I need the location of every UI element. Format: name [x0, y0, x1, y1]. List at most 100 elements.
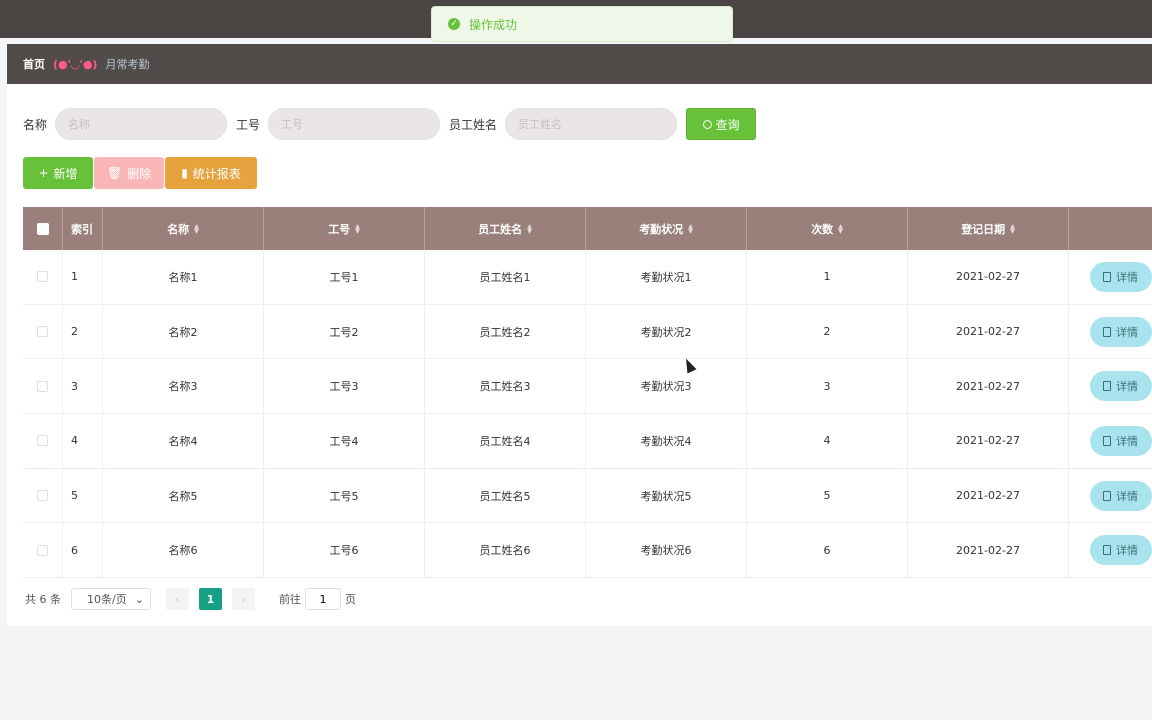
cell-count: 4 [747, 414, 908, 468]
column-header-employee-no[interactable]: 工号 ▲ ▼ [264, 207, 425, 250]
page-size-value: 10条/页 [87, 593, 127, 606]
cell-index: 4 [63, 414, 103, 468]
detail-button[interactable]: 详情 [1089, 316, 1152, 347]
cell-name: 名称5 [103, 468, 264, 523]
column-header-employee-name[interactable]: 员工姓名 ▲ ▼ [425, 207, 586, 250]
cell-employee-name: 员工姓名3 [425, 359, 586, 414]
cell-name: 名称3 [103, 359, 264, 414]
goto-suffix: 页 [345, 593, 356, 606]
detail-button[interactable]: 详情 [1089, 261, 1152, 292]
page-size-select[interactable]: 10条/页 ⌄ [71, 588, 151, 610]
detail-button-label: 详情 [1116, 270, 1138, 284]
cell-date: 2021-02-27 [908, 523, 1069, 578]
cell-employee-name: 员工姓名1 [425, 250, 586, 304]
cell-status: 考勤状况6 [586, 523, 747, 578]
column-header-count[interactable]: 次数 ▲ ▼ [747, 207, 908, 250]
column-header-name[interactable]: 名称 ▲ ▼ [103, 207, 264, 250]
column-header-date[interactable]: 登记日期 ▲ ▼ [908, 207, 1069, 250]
table-row: 3 名称3 工号3 员工姓名3 考勤状况3 3 2021-02-27 详情 [23, 359, 1152, 415]
add-button-label: 新增 [53, 166, 78, 181]
row-checkbox[interactable] [37, 271, 48, 283]
report-button[interactable]: ▮ 统计报表 [165, 157, 257, 189]
row-checkbox[interactable] [37, 435, 48, 447]
cell-operation: 详情 [1069, 469, 1152, 523]
select-all-checkbox[interactable] [36, 222, 49, 235]
cell-index: 6 [63, 523, 103, 578]
row-checkbox[interactable] [37, 380, 48, 392]
sort-icon[interactable]: ▲ ▼ [527, 223, 532, 234]
next-page-button[interactable]: › [232, 588, 255, 610]
page-number-current[interactable]: 1 [199, 588, 222, 610]
employee-no-label: 工号 [236, 117, 261, 132]
attendance-table: 索引 名称 ▲ ▼ 工号 ▲ ▼ 员工姓名 ▲ ▼ 考勤状况 ▲ ▼ 次数 ▲ ▼ 登记日期 ▲ ▼ 1… [23, 207, 1152, 579]
cell-operation: 详情 [1069, 250, 1152, 304]
detail-button[interactable]: 详情 [1089, 425, 1152, 456]
row-checkbox[interactable] [37, 326, 48, 338]
cell-count: 5 [747, 468, 908, 523]
check-circle-icon: ✓ [448, 18, 460, 30]
breadcrumb-home[interactable]: 首页 [23, 56, 45, 72]
detail-button[interactable]: 详情 [1089, 371, 1152, 402]
cell-operation: 详情 [1069, 523, 1152, 577]
cell-name: 名称1 [103, 250, 264, 304]
delete-button-label: 删除 [127, 166, 152, 181]
row-checkbox[interactable] [37, 544, 48, 556]
prev-page-button[interactable]: ‹ [166, 588, 189, 610]
employee-name-label: 员工姓名 [449, 117, 498, 132]
row-checkbox[interactable] [37, 490, 48, 502]
cell-operation: 详情 [1069, 305, 1152, 359]
sort-icon[interactable]: ▲ ▼ [194, 223, 199, 234]
pagination: 共 6 条 10条/页 ⌄ ‹ 1 › 前往 页 [25, 588, 356, 610]
cell-name: 名称4 [103, 414, 264, 468]
table-row: 4 名称4 工号4 员工姓名4 考勤状况4 4 2021-02-27 详情 [23, 414, 1152, 469]
cell-employee-name: 员工姓名4 [425, 414, 586, 468]
cell-date: 2021-02-27 [908, 359, 1069, 414]
query-button[interactable]: 查询 [686, 108, 757, 140]
column-name-label: 名称 [167, 222, 190, 236]
cell-date: 2021-02-27 [908, 468, 1069, 523]
column-header-status[interactable]: 考勤状况 ▲ ▼ [586, 207, 747, 250]
name-input[interactable] [55, 108, 228, 140]
detail-button-label: 详情 [1116, 380, 1138, 394]
report-button-label: 统计报表 [192, 166, 241, 181]
success-toast: ✓ 操作成功 [431, 6, 733, 42]
cell-employee-no: 工号2 [264, 304, 425, 359]
column-header-operation [1069, 207, 1152, 250]
column-employee-no-label: 工号 [328, 222, 351, 236]
toast-message: 操作成功 [469, 17, 518, 32]
column-index-label: 索引 [71, 222, 93, 236]
row-checkbox-cell [23, 304, 63, 359]
row-checkbox-cell [23, 250, 63, 304]
trash-icon: 🗑 [106, 166, 123, 180]
pagination-total: 共 6 条 [25, 593, 61, 606]
cell-count: 2 [747, 304, 908, 359]
add-button[interactable]: + 新增 [23, 157, 93, 189]
employee-name-input[interactable] [505, 108, 678, 140]
detail-button-label: 详情 [1116, 434, 1138, 448]
sort-icon[interactable]: ▲ ▼ [355, 223, 360, 234]
column-status-label: 考勤状况 [639, 222, 684, 236]
sort-icon[interactable]: ▲ ▼ [688, 223, 693, 234]
document-icon [1103, 326, 1111, 337]
row-checkbox-cell [23, 414, 63, 468]
goto-page-input[interactable] [305, 588, 341, 610]
sort-icon[interactable]: ▲ ▼ [838, 223, 843, 234]
cell-employee-no: 工号5 [264, 468, 425, 523]
delete-button[interactable]: 🗑 删除 [94, 157, 164, 189]
cell-index: 2 [63, 304, 103, 359]
detail-button[interactable]: 详情 [1089, 480, 1152, 511]
document-icon [1103, 381, 1111, 392]
detail-button[interactable]: 详情 [1089, 535, 1152, 566]
employee-no-input[interactable] [268, 108, 441, 140]
table-row: 2 名称2 工号2 员工姓名2 考勤状况2 2 2021-02-27 详情 [23, 304, 1152, 360]
sort-icon[interactable]: ▲ ▼ [1010, 223, 1015, 234]
cell-employee-no: 工号6 [264, 523, 425, 578]
cell-index: 5 [63, 468, 103, 523]
select-all-cell [23, 207, 63, 250]
cell-status: 考勤状况1 [586, 250, 747, 304]
document-icon [1103, 435, 1111, 446]
cell-status: 考勤状况3 [586, 359, 747, 414]
cell-name: 名称2 [103, 304, 264, 359]
cell-employee-name: 员工姓名5 [425, 468, 586, 523]
chevron-right-icon: › [241, 592, 246, 606]
